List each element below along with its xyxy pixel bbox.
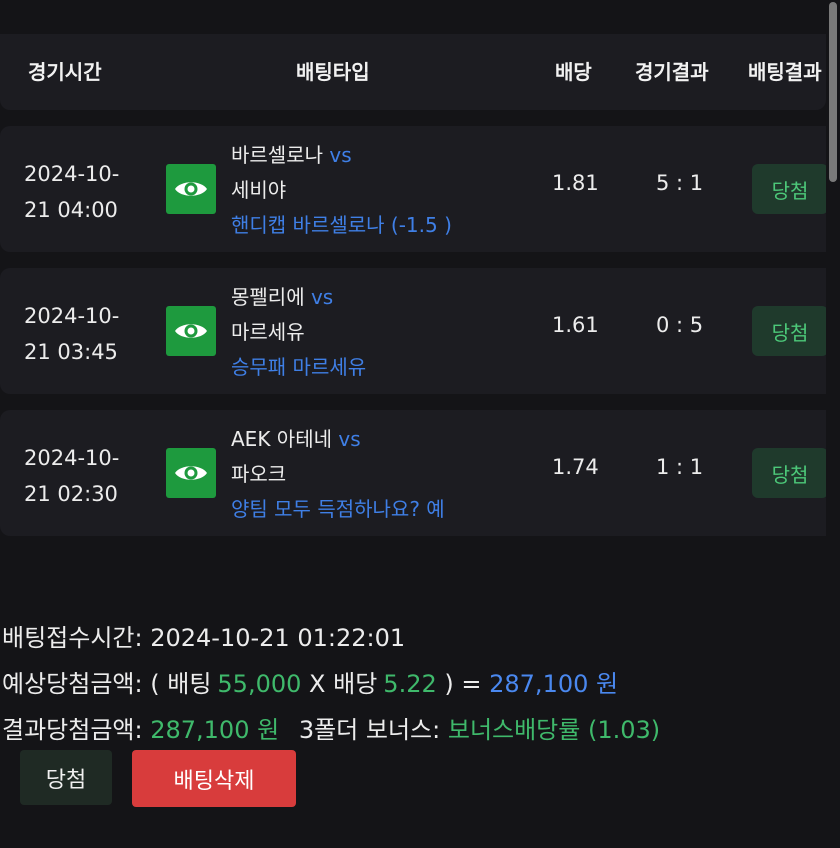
view-match-button[interactable] bbox=[166, 448, 216, 498]
match-score: 1 : 1 bbox=[656, 455, 704, 479]
away-team: 파오크 bbox=[231, 462, 287, 486]
match-date: 2024-10- 21 04:00 bbox=[24, 156, 119, 228]
odds-value: 1.74 bbox=[552, 455, 599, 479]
match-teams: 몽펠리에 vs 마르세유 승무패 마르세유 bbox=[231, 280, 366, 385]
table-row: 2024-10- 21 02:30 AEK 아테네 vs 파오크 양팀 모두 득… bbox=[0, 410, 840, 536]
bet-word: 배팅 bbox=[167, 670, 212, 698]
odds-word: 배당 bbox=[333, 670, 378, 698]
header-bet-result: 배팅결과 bbox=[748, 60, 822, 84]
expected-payout-line: 예상당첨금액: ( 배팅 55,000 X 배당 5.22 ) = 287,100 … bbox=[2, 664, 618, 699]
match-score: 0 : 5 bbox=[656, 313, 704, 337]
delete-bet-button[interactable]: 배팅삭제 bbox=[132, 750, 296, 807]
eye-icon bbox=[175, 182, 207, 196]
table-row: 2024-10- 21 03:45 몽펠리에 vs 마르세유 승무패 마르세유 … bbox=[0, 268, 840, 394]
vs-label: vs bbox=[310, 285, 334, 309]
header-bet-type: 배팅타입 bbox=[296, 60, 370, 84]
bet-market: 승무패 마르세유 bbox=[231, 355, 367, 379]
bet-time-line: 배팅접수시간: 2024-10-21 01:22:01 bbox=[2, 618, 405, 653]
times-sign: X bbox=[309, 670, 326, 698]
match-date-line2: 21 04:00 bbox=[24, 198, 118, 222]
bonus-label: 3폴더 보너스: bbox=[298, 716, 441, 744]
result-amount: 287,100 원 bbox=[150, 716, 280, 744]
bet-result-badge: 당첨 bbox=[752, 448, 828, 498]
table-row: 2024-10- 21 04:00 바르셀로나 vs 세비야 핸디캡 바르셀로나… bbox=[0, 126, 840, 252]
bet-time-value: 2024-10-21 01:22:01 bbox=[150, 624, 406, 652]
home-team-line: AEK 아테네 vs bbox=[231, 422, 445, 457]
view-match-button[interactable] bbox=[166, 306, 216, 356]
vs-label: vs bbox=[338, 427, 361, 451]
match-date-line1: 2024-10- bbox=[24, 162, 120, 186]
match-date-line1: 2024-10- bbox=[24, 446, 120, 470]
win-status-button[interactable]: 당첨 bbox=[20, 750, 112, 805]
home-team: AEK 아테네 bbox=[231, 427, 332, 451]
match-teams: 바르셀로나 vs 세비야 핸디캡 바르셀로나 (-1.5 ) bbox=[231, 138, 452, 243]
view-match-button[interactable] bbox=[166, 164, 216, 214]
bet-market: 핸디캡 바르셀로나 (-1.5 ) bbox=[231, 213, 452, 237]
bet-amount: 55,000 bbox=[217, 670, 302, 698]
home-team: 몽펠리에 bbox=[231, 285, 305, 309]
match-date-line2: 21 02:30 bbox=[24, 482, 118, 506]
match-date: 2024-10- 21 03:45 bbox=[24, 298, 119, 370]
header-odds: 배당 bbox=[555, 60, 592, 84]
bet-result-badge: 당첨 bbox=[752, 306, 828, 356]
expected-label: 예상당첨금액: bbox=[2, 670, 143, 698]
away-team: 마르세유 bbox=[231, 320, 305, 344]
table-header: 경기시간 배팅타입 배당 경기결과 배팅결과 bbox=[0, 34, 826, 110]
scrollbar-thumb[interactable] bbox=[829, 2, 837, 182]
match-date-line1: 2024-10- bbox=[24, 304, 120, 328]
match-date-line2: 21 03:45 bbox=[24, 340, 118, 364]
result-label: 결과당첨금액: bbox=[2, 716, 143, 744]
bet-market: 양팀 모두 득점하나요? 예 bbox=[231, 497, 445, 521]
bonus-value: 보너스배당률 (1.03) bbox=[447, 716, 661, 744]
match-teams: AEK 아테네 vs 파오크 양팀 모두 득점하나요? 예 bbox=[231, 422, 445, 527]
match-score: 5 : 1 bbox=[656, 171, 704, 195]
paren-close-equals: ) = bbox=[444, 670, 482, 698]
expected-amount: 287,100 원 bbox=[489, 670, 619, 698]
vs-label: vs bbox=[329, 143, 352, 167]
match-date: 2024-10- 21 02:30 bbox=[24, 440, 119, 512]
header-match-time: 경기시간 bbox=[28, 60, 102, 84]
odds-value: 1.61 bbox=[552, 313, 599, 337]
away-team: 세비야 bbox=[231, 178, 287, 202]
odds-value: 1.81 bbox=[552, 171, 599, 195]
header-match-result: 경기결과 bbox=[635, 60, 709, 84]
home-team-line: 몽펠리에 vs bbox=[231, 280, 366, 315]
home-team: 바르셀로나 bbox=[231, 143, 323, 167]
total-odds: 5.22 bbox=[383, 670, 437, 698]
paren-open: ( bbox=[150, 670, 160, 698]
eye-icon bbox=[175, 324, 207, 338]
home-team-line: 바르셀로나 vs bbox=[231, 138, 452, 173]
bet-result-badge: 당첨 bbox=[752, 164, 828, 214]
result-payout-line: 결과당첨금액: 287,100 원 3폴더 보너스: 보너스배당률 (1.03) bbox=[2, 710, 660, 745]
bet-time-label: 배팅접수시간: bbox=[2, 624, 143, 652]
eye-icon bbox=[175, 466, 207, 480]
